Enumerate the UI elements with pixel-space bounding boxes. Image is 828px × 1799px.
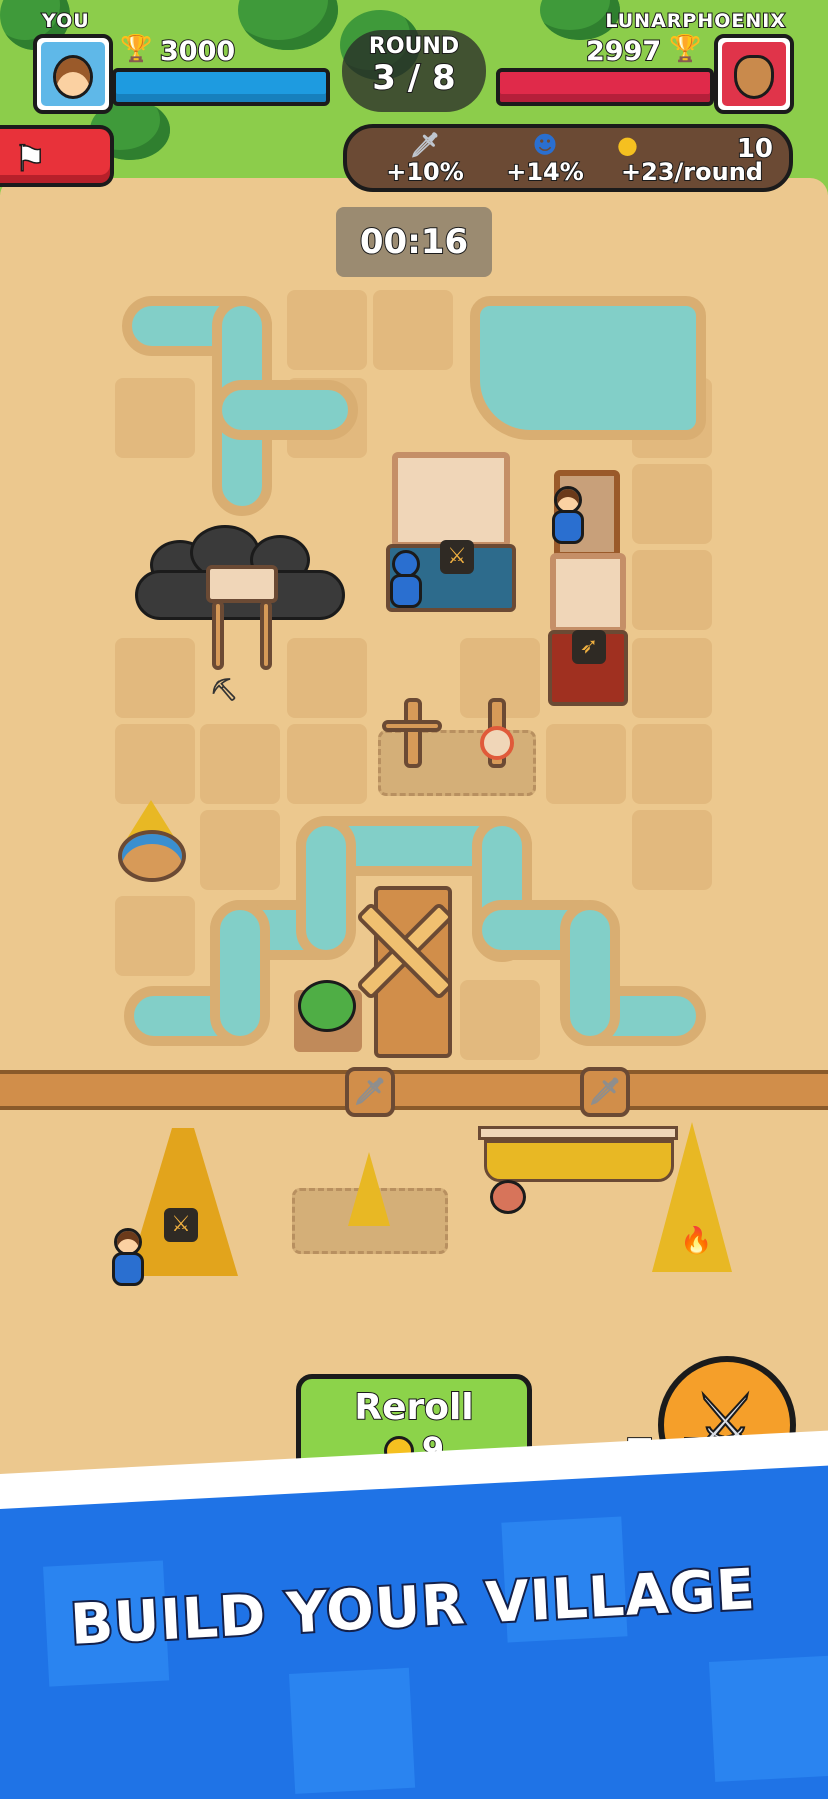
round-label: ROUND (368, 33, 460, 60)
grid-tile[interactable] (460, 980, 540, 1060)
fire-icon: 🔥 (680, 1226, 713, 1256)
barracks-roof[interactable] (392, 452, 510, 548)
river-segment (212, 380, 358, 440)
grid-tile[interactable] (632, 810, 712, 890)
river-segment (560, 900, 620, 1046)
tent-banner-icon: ⚔ (164, 1208, 198, 1242)
opponent-avatar (714, 34, 794, 114)
grid-tile[interactable] (200, 724, 280, 804)
grid-tile[interactable] (200, 810, 280, 890)
grid-tile[interactable] (373, 290, 453, 370)
river-segment (210, 900, 270, 1046)
unit-bonus-value: +14% (505, 157, 585, 187)
well[interactable] (118, 830, 186, 882)
archer-unit[interactable] (548, 486, 588, 544)
grid-tile[interactable] (115, 378, 195, 458)
grid-tile[interactable] (115, 724, 195, 804)
round-value: 3 / 8 (371, 58, 456, 98)
soldier-icon: ☻ (532, 131, 558, 159)
training-dummy[interactable] (404, 698, 422, 768)
grid-tile[interactable] (115, 896, 195, 976)
mine-post (260, 600, 272, 670)
round-indicator: ROUND 3 / 8 (342, 30, 486, 112)
player-health-bar (112, 68, 330, 106)
grid-tile[interactable] (287, 638, 367, 718)
grid-tile[interactable] (632, 724, 712, 804)
unit-bonus: ☻ +14% (485, 131, 605, 187)
archery-tower-roof[interactable] (550, 553, 626, 633)
market-stall[interactable] (484, 1140, 674, 1182)
surrender-button[interactable]: ⚑ (0, 125, 114, 187)
berry-bush[interactable] (298, 980, 356, 1032)
market-stall-frame (478, 1126, 678, 1140)
opponent-label: LUNARPHOENIX (604, 9, 786, 33)
trophy-icon: 🏆 (668, 33, 702, 65)
grid-tile[interactable] (287, 724, 367, 804)
player-trophy-score: 3000 (159, 35, 236, 68)
trophy-icon: 🏆 (119, 33, 153, 65)
river-segment (296, 816, 356, 960)
sword-icon: 🗡 (345, 1067, 395, 1117)
pot-icon (490, 1180, 526, 1214)
grid-tile[interactable] (632, 464, 712, 544)
pickaxe-icon: ⛏ (210, 678, 238, 703)
grid-tile[interactable] (546, 724, 626, 804)
attack-bonus-value: +10% (385, 157, 465, 187)
pond (470, 296, 706, 440)
bonus-panel: 🗡 +10% ☻ +14% ● +23/round 10 (343, 124, 793, 192)
player-label: YOU (41, 9, 90, 33)
sword-icon: 🗡 (409, 131, 441, 159)
mine-post (212, 600, 224, 670)
round-timer: 00:16 (336, 207, 492, 277)
reroll-label: Reroll (353, 1386, 474, 1429)
grid-tile[interactable] (115, 638, 195, 718)
opponent-health-bar (496, 68, 714, 106)
target-icon (480, 726, 514, 760)
bow-icon: ➶ (572, 630, 606, 664)
grid-tile[interactable] (287, 290, 367, 370)
village-fence (0, 1070, 828, 1110)
opponent-trophy-score: 2997 (585, 35, 662, 68)
soldier-unit[interactable] (386, 550, 426, 608)
grid-tile[interactable] (632, 638, 712, 718)
attack-bonus: 🗡 +10% (365, 131, 485, 187)
villager-unit[interactable] (108, 1228, 148, 1286)
flag-icon: ⚑ (13, 138, 47, 181)
training-dummy-arms (382, 720, 442, 732)
mine-entrance[interactable] (206, 565, 278, 603)
sword-icon: 🗡 (580, 1067, 630, 1117)
player-avatar (33, 34, 113, 114)
barracks-banner-icon: ⚔ (440, 540, 474, 574)
windmill-blades (350, 896, 460, 1006)
grid-tile[interactable] (632, 550, 712, 630)
gold-count: 10 (736, 133, 774, 165)
